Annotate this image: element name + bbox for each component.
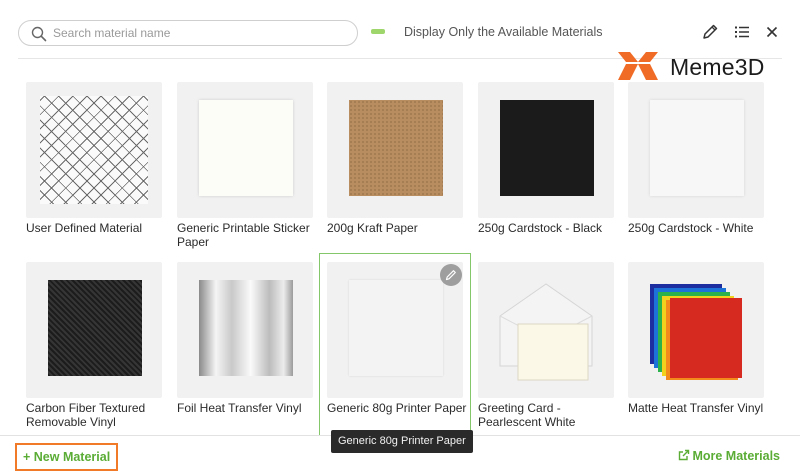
meme3d-watermark: Meme3D [618, 50, 790, 86]
material-name: Carbon Fiber Textured Removable Vinyl [26, 401, 146, 429]
material-thumbnail [177, 262, 313, 398]
more-materials-label: More Materials [692, 449, 780, 463]
watermark-text: Meme3D [670, 54, 765, 80]
material-card[interactable]: 200g Kraft Paper [327, 82, 467, 252]
pencil-icon[interactable] [701, 23, 719, 41]
close-icon[interactable] [763, 23, 781, 41]
material-thumbnail [26, 82, 162, 218]
available-materials-label: Display Only the Available Materials [404, 25, 603, 39]
material-card[interactable]: Foil Heat Transfer Vinyl [177, 262, 317, 432]
external-link-icon [679, 449, 690, 461]
available-materials-toggle[interactable] [371, 29, 385, 34]
material-name: Foil Heat Transfer Vinyl [177, 401, 302, 415]
material-card[interactable]: 250g Cardstock - White [628, 82, 768, 252]
search-icon [31, 26, 47, 42]
material-card[interactable]: Matte Heat Transfer Vinyl [628, 262, 768, 432]
material-card[interactable]: Generic Printable Sticker Paper [177, 82, 317, 252]
list-icon[interactable] [733, 23, 751, 41]
greeting-card-illustration [499, 283, 593, 381]
new-material-button[interactable]: + New Material [15, 443, 119, 471]
edit-material-icon[interactable] [440, 264, 462, 286]
material-name: Matte Heat Transfer Vinyl [628, 401, 764, 415]
search-input[interactable] [53, 25, 343, 41]
material-card[interactable]: Carbon Fiber Textured Removable Vinyl [26, 262, 166, 432]
material-card-selected[interactable]: Generic 80g Printer Paper [319, 253, 471, 436]
material-thumbnail [478, 262, 614, 398]
material-name: Greeting Card - Pearlescent White [478, 401, 576, 429]
material-thumbnail [628, 82, 764, 218]
vinyl-stack-illustration [650, 284, 742, 380]
material-name: 200g Kraft Paper [327, 221, 418, 235]
search-box[interactable] [18, 20, 358, 46]
material-name: User Defined Material [26, 221, 143, 235]
material-name: Generic Printable Sticker Paper [177, 221, 310, 249]
material-thumbnail [177, 82, 313, 218]
meme3d-logo-icon [618, 52, 658, 80]
more-materials-link[interactable]: More Materials [678, 449, 780, 463]
material-thumbnail [327, 82, 463, 218]
material-name: 250g Cardstock - Black [478, 221, 603, 235]
material-thumbnail [628, 262, 764, 398]
material-name: Generic 80g Printer Paper [327, 401, 467, 415]
material-thumbnail [478, 82, 614, 218]
material-tooltip: Generic 80g Printer Paper [331, 430, 473, 453]
material-card[interactable]: Greeting Card - Pearlescent White [478, 262, 618, 432]
material-card[interactable]: User Defined Material [26, 82, 166, 252]
material-name: 250g Cardstock - White [628, 221, 754, 235]
material-card[interactable]: 250g Cardstock - Black [478, 82, 618, 252]
material-thumbnail [26, 262, 162, 398]
